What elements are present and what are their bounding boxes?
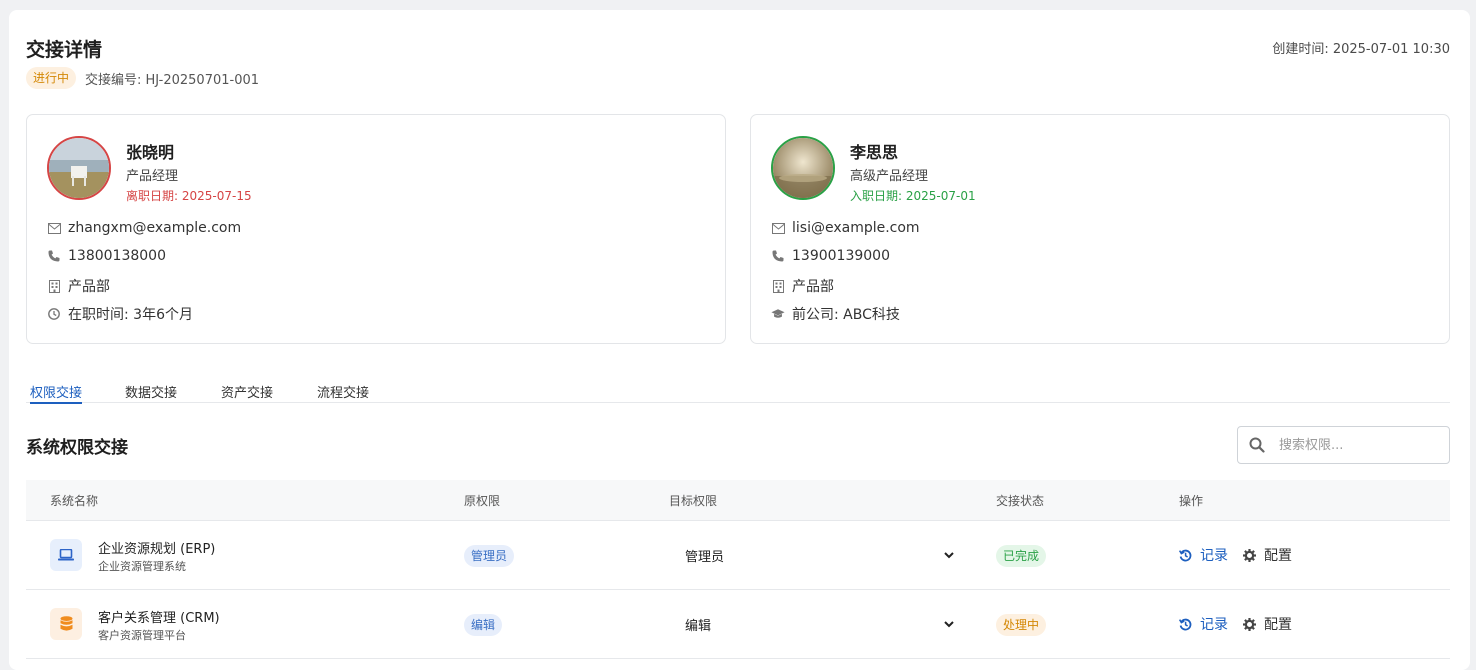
permission-table: 系统名称 原权限 目标权限 交接状态 操作 企业资源规划 (ERP) 企业资源管… <box>26 480 1450 659</box>
email-text: zhangxm@example.com <box>68 220 242 236</box>
target-permission-select[interactable]: 管理员 <box>674 541 954 569</box>
system-name: 客户关系管理 (CRM) <box>98 611 220 626</box>
created-time: 创建时间: 2025-07-01 10:30 <box>1272 42 1450 57</box>
database-icon <box>50 608 82 640</box>
person-name: 李思思 <box>850 143 899 162</box>
status-badge: 处理中 <box>996 614 1047 636</box>
table-row: 企业资源规划 (ERP) 企业资源管理系统 管理员 管理员 已完成 记录 配置 <box>26 521 1450 590</box>
search-box[interactable] <box>1237 426 1450 464</box>
phone-icon <box>771 249 785 263</box>
config-button[interactable]: 配置 <box>1243 614 1292 634</box>
department-text: 产品部 <box>792 279 834 295</box>
gear-icon <box>1243 617 1256 631</box>
laptop-icon <box>50 539 82 571</box>
handover-number: 交接编号: HJ-20250701-001 <box>85 73 260 88</box>
header-status: 交接状态 <box>996 494 1045 508</box>
tab-data[interactable]: 数据交接 <box>125 382 177 402</box>
system-description: 企业资源管理系统 <box>98 560 186 573</box>
building-icon <box>47 279 61 293</box>
handover-detail-panel: 交接详情 创建时间: 2025-07-01 10:30 进行中 交接编号: HJ… <box>9 10 1470 670</box>
tenure-row: 在职时间: 3年6个月 <box>47 304 193 324</box>
phone-row: 13800138000 <box>47 248 166 264</box>
clock-icon <box>47 307 61 321</box>
header-actions: 操作 <box>1179 494 1204 508</box>
phone-text: 13900139000 <box>792 248 890 264</box>
history-icon <box>1179 549 1192 562</box>
status-badge: 已完成 <box>996 545 1047 567</box>
config-label: 配置 <box>1264 617 1292 633</box>
original-permission-badge: 管理员 <box>464 545 515 567</box>
phone-text: 13800138000 <box>68 248 166 264</box>
person-role: 产品经理 <box>126 169 179 184</box>
original-permission-badge: 编辑 <box>464 614 503 636</box>
target-permission-select[interactable]: 编辑 <box>674 610 954 638</box>
search-input[interactable] <box>1277 436 1431 454</box>
gear-icon <box>1243 548 1256 562</box>
status-badge: 进行中 <box>26 67 77 89</box>
mail-icon <box>47 221 61 235</box>
chevron-down-icon <box>944 617 954 632</box>
header-target-permission: 目标权限 <box>669 494 718 508</box>
person-name: 张晓明 <box>126 143 175 162</box>
section-title: 系统权限交接 <box>26 438 128 458</box>
record-label: 记录 <box>1200 617 1228 633</box>
avatar <box>771 136 835 200</box>
config-label: 配置 <box>1264 548 1292 564</box>
person-role: 高级产品经理 <box>850 169 929 184</box>
email-text: lisi@example.com <box>792 220 920 236</box>
chevron-down-icon <box>944 548 954 563</box>
history-icon <box>1179 618 1192 631</box>
record-button[interactable]: 记录 <box>1179 545 1228 565</box>
page-title: 交接详情 <box>26 39 103 61</box>
department-row: 产品部 <box>47 276 110 296</box>
handover-tabs: 权限交接 数据交接 资产交接 流程交接 <box>26 380 1450 404</box>
email-row: zhangxm@example.com <box>47 220 241 236</box>
system-name: 企业资源规划 (ERP) <box>98 542 216 557</box>
header-original-permission: 原权限 <box>464 494 501 508</box>
config-button[interactable]: 配置 <box>1243 545 1292 565</box>
record-button[interactable]: 记录 <box>1179 614 1228 634</box>
incoming-employee-card: 李思思 高级产品经理 入职日期: 2025-07-01 lisi@example… <box>750 114 1450 344</box>
table-row: 客户关系管理 (CRM) 客户资源管理平台 编辑 编辑 处理中 记录 配置 <box>26 590 1450 659</box>
graduation-cap-icon <box>771 307 785 321</box>
search-icon <box>1249 437 1265 453</box>
department-row: 产品部 <box>771 276 834 296</box>
phone-row: 13900139000 <box>771 248 890 264</box>
building-icon <box>771 279 785 293</box>
target-permission-value: 编辑 <box>685 618 712 634</box>
avatar <box>47 136 111 200</box>
record-label: 记录 <box>1200 548 1228 564</box>
phone-icon <box>47 249 61 263</box>
target-permission-value: 管理员 <box>685 549 725 565</box>
tenure-text: 在职时间: 3年6个月 <box>68 307 193 323</box>
leave-date: 离职日期: 2025-07-15 <box>126 189 252 203</box>
email-row: lisi@example.com <box>771 220 920 236</box>
departing-employee-card: 张晓明 产品经理 离职日期: 2025-07-15 zhangxm@exampl… <box>26 114 726 344</box>
tab-process[interactable]: 流程交接 <box>317 382 369 402</box>
header-system-name: 系统名称 <box>50 494 99 508</box>
department-text: 产品部 <box>68 279 110 295</box>
previous-company-row: 前公司: ABC科技 <box>771 304 900 324</box>
table-header: 系统名称 原权限 目标权限 交接状态 操作 <box>26 480 1450 521</box>
tab-permission[interactable]: 权限交接 <box>30 382 83 404</box>
previous-company-text: 前公司: ABC科技 <box>792 307 900 323</box>
system-description: 客户资源管理平台 <box>98 629 186 642</box>
mail-icon <box>771 221 785 235</box>
join-date: 入职日期: 2025-07-01 <box>850 189 976 203</box>
tab-assets[interactable]: 资产交接 <box>221 382 273 402</box>
